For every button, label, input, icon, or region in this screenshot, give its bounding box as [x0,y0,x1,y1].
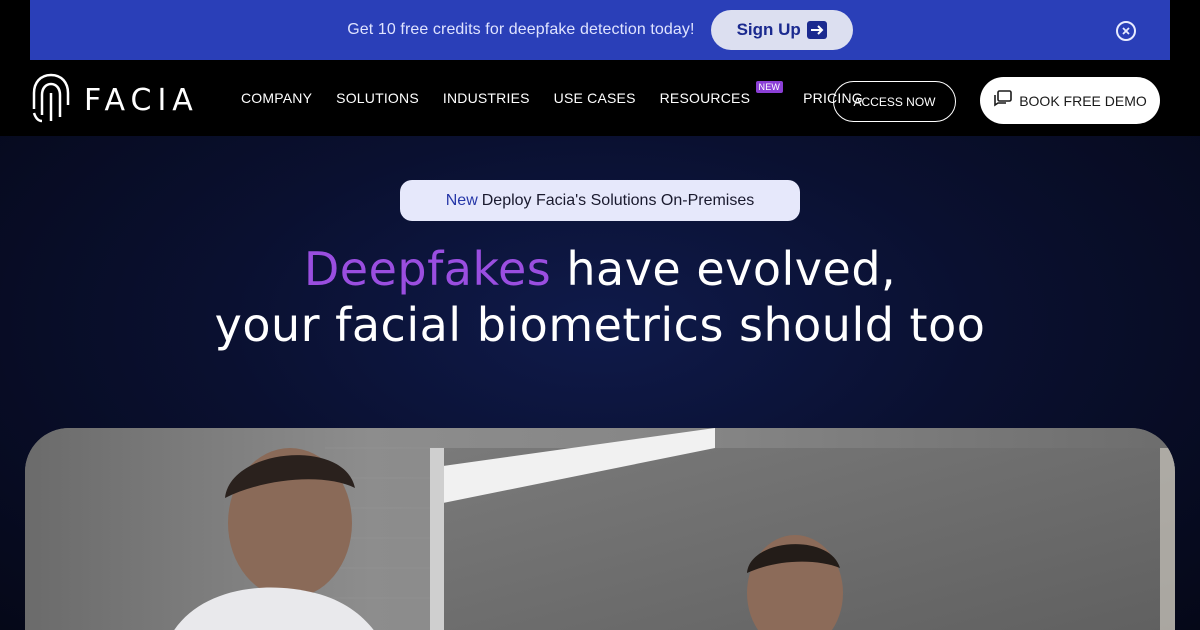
headline-line-2: your facial biometrics should too [214,298,986,352]
page: Get 10 free credits for deepfake detecti… [0,0,1200,630]
arrow-right-icon [806,21,827,39]
headline-accent: Deepfakes [303,242,552,296]
announcement-pill[interactable]: New Deploy Facia's Solutions On-Premises [400,180,800,221]
nav-links: COMPANY SOLUTIONS INDUSTRIES USE CASES R… [241,60,887,136]
nav-link-use-cases[interactable]: USE CASES [554,90,636,106]
close-icon[interactable] [1116,21,1136,41]
promo-banner: Get 10 free credits for deepfake detecti… [30,0,1170,60]
promo-text: Get 10 free credits for deepfake detecti… [347,21,695,38]
book-demo-label: BOOK FREE DEMO [1019,92,1147,109]
nav-link-resources[interactable]: RESOURCES NEW [659,81,784,106]
chat-icon [993,90,1013,111]
nav-link-industries[interactable]: INDUSTRIES [443,90,530,106]
access-now-button[interactable]: ACCESS NOW [833,81,956,122]
nav-link-solutions[interactable]: SOLUTIONS [336,90,419,106]
hero-video[interactable] [25,428,1175,630]
headline-line-1: Deepfakes have evolved, [0,241,1200,297]
sign-up-label: Sign Up [736,20,801,39]
hero-video-scene [25,428,1175,630]
book-demo-button[interactable]: BOOK FREE DEMO [980,77,1160,124]
nav-link-resources-label: RESOURCES [659,90,751,106]
nav-link-company[interactable]: COMPANY [241,90,312,106]
hero-headline: Deepfakes have evolved, your facial biom… [0,241,1200,353]
brand-name: FACIA [84,83,199,118]
pill-new-label: New [445,191,478,209]
headline-line-1-rest: have evolved, [551,242,897,296]
sign-up-button[interactable]: Sign Up [710,10,853,50]
hero-section: New Deploy Facia's Solutions On-Premises… [0,136,1200,630]
fingerprint-icon [30,71,72,130]
navbar: FACIA COMPANY SOLUTIONS INDUSTRIES USE C… [0,60,1200,136]
brand-logo[interactable]: FACIA [30,71,199,130]
pill-text: Deploy Facia's Solutions On-Premises [481,191,755,209]
new-badge: NEW [755,81,784,93]
